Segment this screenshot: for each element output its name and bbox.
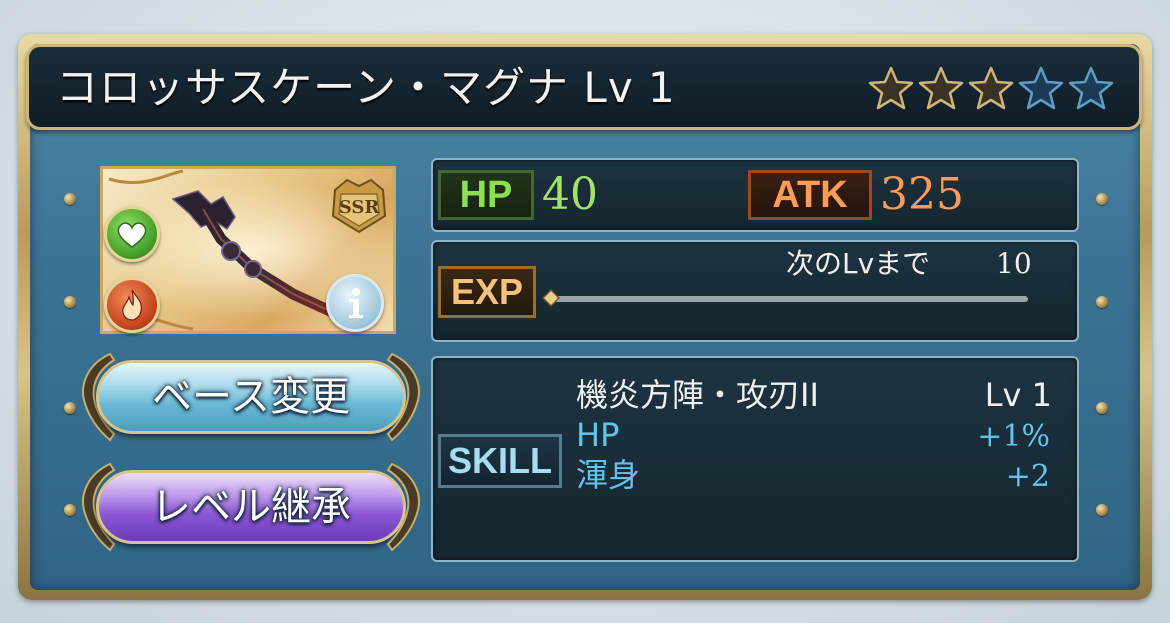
level-inherit-button[interactable]: レベル継承 (76, 460, 426, 554)
atk-value: 325 (880, 169, 964, 220)
fire-element-icon (104, 277, 160, 333)
ssr-badge-text: SSR (339, 197, 381, 218)
weapon-name: コロッサスケーン・マグナ (56, 63, 570, 112)
star-empty-icon (1068, 66, 1114, 110)
weapon-level-separator (569, 63, 583, 112)
exp-progress-bar (552, 296, 1028, 302)
ssr-badge-icon: SSR (331, 178, 387, 234)
skill-effect-value: +2 (1005, 459, 1050, 494)
skill-effect-value: +1% (977, 419, 1050, 454)
level-inherit-label: レベル継承 (151, 484, 351, 530)
rivet (64, 296, 76, 308)
exp-marker-icon (542, 289, 560, 307)
rivet (64, 193, 76, 205)
info-icon[interactable] (326, 274, 384, 332)
button-ornament-right (386, 352, 420, 442)
weapon-title: コロッサスケーン・マグナ Lv 1 (56, 63, 676, 113)
exp-tag: EXP (438, 266, 536, 318)
skill-effect-name: HP (576, 416, 620, 454)
star-empty-icon (1018, 66, 1064, 110)
rivet (1096, 296, 1108, 308)
rivet (1096, 402, 1108, 414)
next-level-label: 次のLvまで (786, 247, 931, 280)
button-ornament-right (386, 462, 420, 552)
favorite-heart-icon[interactable] (104, 206, 160, 262)
rivet (64, 402, 76, 414)
atk-tag: ATK (748, 170, 872, 220)
rivet (1096, 504, 1108, 516)
skill-effect-name: 渾身 (576, 456, 641, 494)
rarity-stars (866, 64, 1116, 114)
base-change-label: ベース変更 (152, 374, 350, 420)
skill-level: Lv 1 (984, 376, 1052, 414)
skill-name: 機炎方陣・攻刃II (576, 376, 819, 414)
base-change-button[interactable]: ベース変更 (76, 350, 426, 444)
star-filled-icon (868, 66, 914, 110)
star-filled-icon (968, 66, 1014, 110)
rivet (64, 504, 76, 516)
hp-tag: HP (438, 170, 534, 220)
next-level-value: 10 (996, 247, 1032, 280)
weapon-level: Lv 1 (583, 63, 676, 112)
skill-tag: SKILL (438, 434, 562, 488)
star-filled-icon (918, 66, 964, 110)
hp-value: 40 (542, 169, 598, 220)
rivet (1096, 193, 1108, 205)
